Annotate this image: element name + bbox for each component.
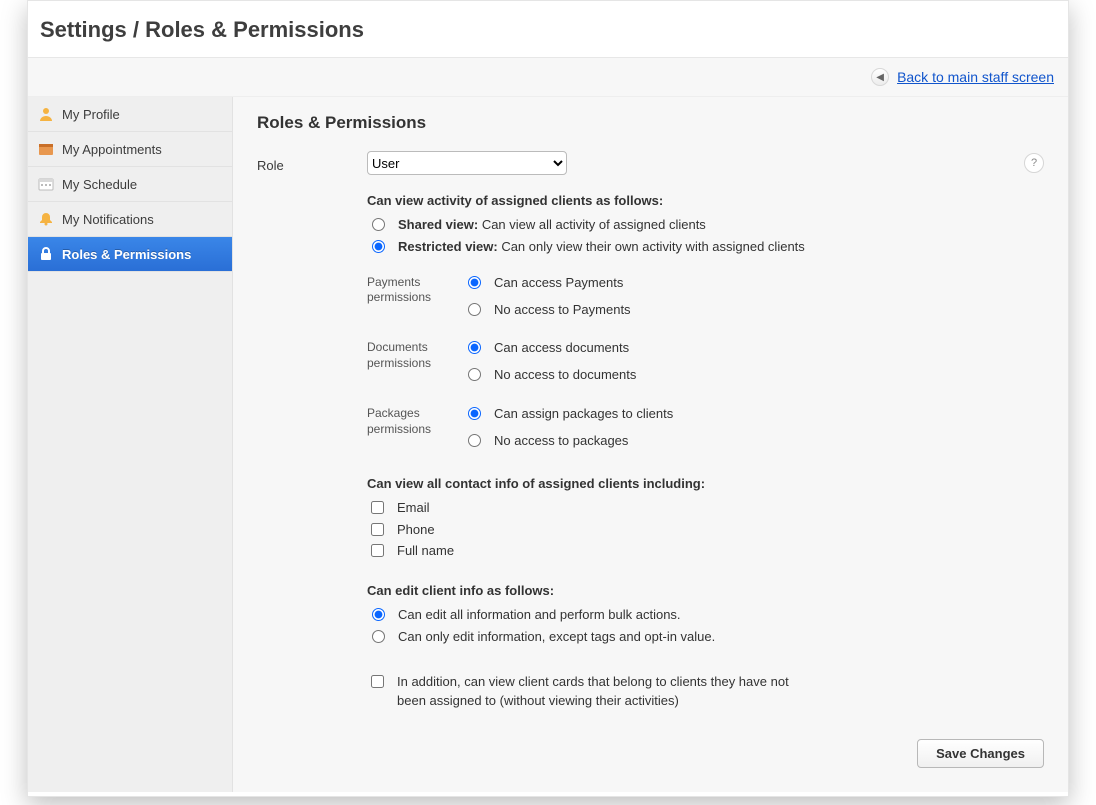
sidebar-item-label: My Appointments [62,142,162,157]
view-client-cards-checkbox[interactable] [371,675,384,688]
view-options: Shared view: Can view all activity of as… [367,216,1044,257]
shared-view-option[interactable]: Shared view: Can view all activity of as… [367,216,1044,235]
view-client-cards-option[interactable]: In addition, can view client cards that … [367,673,1044,711]
packages-noaccess-option[interactable]: No access to packages [463,432,673,451]
page-body: My Profile My Appointments My Schedule M… [28,97,1068,792]
sidebar-item-label: My Schedule [62,177,137,192]
edit-heading: Can edit client info as follows: [367,583,1044,598]
edit-limited-option[interactable]: Can only edit information, except tags a… [367,628,1044,647]
contact-phone-checkbox[interactable] [371,523,384,536]
page-header: Settings / Roles & Permissions [28,1,1068,58]
payments-noaccess-radio[interactable] [468,303,481,316]
bell-icon [38,211,54,227]
sidebar-item-label: Roles & Permissions [62,247,191,262]
save-row: Save Changes [257,739,1044,768]
payments-access-radio[interactable] [468,276,481,289]
contact-fullname-checkbox[interactable] [371,544,384,557]
shared-view-radio[interactable] [372,218,385,231]
documents-label: Documents permissions [367,336,463,371]
top-bar: ◀ Back to main staff screen [28,58,1068,97]
documents-access-option[interactable]: Can access documents [463,339,636,358]
contact-email-checkbox[interactable] [371,501,384,514]
payments-permissions: Payments permissions Can access Payments… [367,271,1044,323]
restricted-view-radio[interactable] [372,240,385,253]
contact-checklist: Email Phone Full name [367,499,1044,562]
page-title: Settings / Roles & Permissions [40,17,1056,43]
sidebar: My Profile My Appointments My Schedule M… [28,97,233,792]
packages-permissions: Packages permissions Can assign packages… [367,402,1044,454]
calendar-icon [38,141,54,157]
documents-noaccess-radio[interactable] [468,368,481,381]
contact-fullname-option[interactable]: Full name [367,542,1044,561]
sidebar-item-my-notifications[interactable]: My Notifications [28,202,232,237]
edit-all-option[interactable]: Can edit all information and perform bul… [367,606,1044,625]
back-link-text[interactable]: Back to main staff screen [897,69,1054,85]
sidebar-item-my-schedule[interactable]: My Schedule [28,167,232,202]
restricted-view-option[interactable]: Restricted view: Can only view their own… [367,238,1044,257]
sidebar-item-my-profile[interactable]: My Profile [28,97,232,132]
packages-access-option[interactable]: Can assign packages to clients [463,405,673,424]
help-icon[interactable]: ? [1024,153,1044,173]
documents-access-radio[interactable] [468,341,481,354]
sidebar-item-label: My Notifications [62,212,154,227]
profile-icon [38,106,54,122]
role-row: Role User ? [257,151,1044,175]
sidebar-item-my-appointments[interactable]: My Appointments [28,132,232,167]
edit-options: Can edit all information and perform bul… [367,606,1044,647]
main-content: Roles & Permissions Role User ? Can view… [233,97,1068,792]
edit-limited-radio[interactable] [372,630,385,643]
sidebar-item-roles-permissions[interactable]: Roles & Permissions [28,237,232,272]
packages-label: Packages permissions [367,402,463,437]
edit-all-radio[interactable] [372,608,385,621]
save-button[interactable]: Save Changes [917,739,1044,768]
packages-noaccess-radio[interactable] [468,434,481,447]
app-window: Settings / Roles & Permissions ◀ Back to… [27,0,1069,797]
section-heading: Roles & Permissions [257,113,1044,133]
contact-email-option[interactable]: Email [367,499,1044,518]
contact-phone-option[interactable]: Phone [367,521,1044,540]
role-select[interactable]: User [367,151,567,175]
contact-heading: Can view all contact info of assigned cl… [367,476,1044,491]
sidebar-item-label: My Profile [62,107,120,122]
role-label: Role [257,154,367,173]
payments-access-option[interactable]: Can access Payments [463,274,631,293]
documents-noaccess-option[interactable]: No access to documents [463,366,636,385]
activity-heading: Can view activity of assigned clients as… [367,193,1044,208]
payments-noaccess-option[interactable]: No access to Payments [463,301,631,320]
payments-label: Payments permissions [367,271,463,306]
schedule-icon [38,176,54,192]
lock-icon [38,246,54,262]
documents-permissions: Documents permissions Can access documen… [367,336,1044,388]
back-link[interactable]: ◀ Back to main staff screen [871,68,1054,86]
extra-option-row: In addition, can view client cards that … [367,673,1044,711]
back-icon: ◀ [871,68,889,86]
packages-access-radio[interactable] [468,407,481,420]
